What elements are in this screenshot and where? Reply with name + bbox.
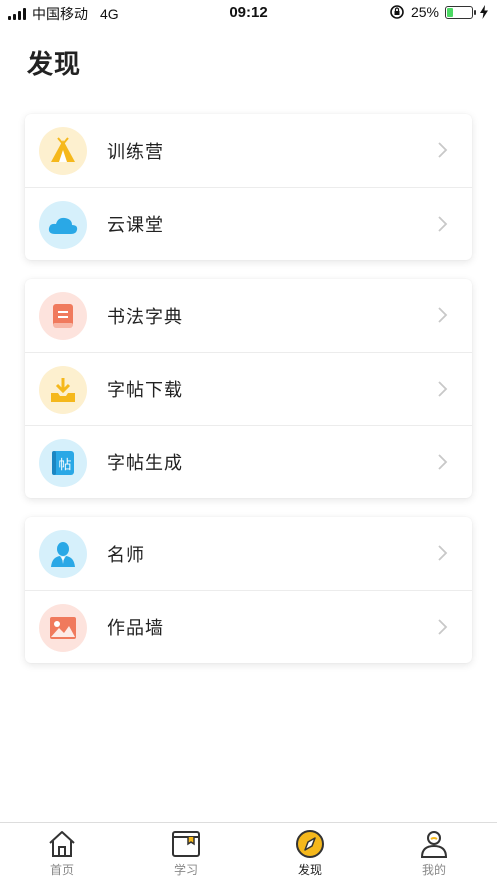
list-item-famous-teacher[interactable]: 名师 <box>25 517 472 590</box>
list-item-label: 字帖生成 <box>107 453 183 473</box>
list-item-works-wall[interactable]: 作品墙 <box>25 590 472 663</box>
list-item-cloud-class[interactable]: 云课堂 <box>25 187 472 260</box>
chevron-right-icon <box>438 454 448 470</box>
study-book-icon <box>172 831 200 857</box>
list-item-copybook-download[interactable]: 字帖下载 <box>25 352 472 425</box>
tab-label: 发现 <box>297 863 322 877</box>
picture-icon <box>39 604 87 652</box>
list-item-calligraphy-dictionary[interactable]: 书法字典 <box>25 279 472 352</box>
chevron-right-icon <box>438 545 448 561</box>
list-item-label: 云课堂 <box>107 215 164 235</box>
card-group-1: 训练营 云课堂 <box>25 114 472 260</box>
list-item-copybook-generate[interactable]: 帖 字帖生成 <box>25 425 472 498</box>
profile-icon <box>420 831 448 858</box>
card-group-2: 书法字典 字帖下载 帖 字帖生成 <box>25 279 472 498</box>
cloud-icon <box>39 201 87 249</box>
home-icon <box>49 831 75 857</box>
status-bar: 中国移动 4G 09:12 25% <box>0 0 497 26</box>
tab-study[interactable]: 学习 <box>146 829 226 878</box>
charging-icon <box>480 5 488 19</box>
rotation-lock-icon <box>390 5 404 19</box>
battery-percent: 25% <box>410 4 439 20</box>
battery-icon <box>445 5 476 19</box>
tab-label: 学习 <box>173 863 198 877</box>
svg-text:帖: 帖 <box>58 458 71 473</box>
list-item-label: 字帖下载 <box>107 380 183 400</box>
teacher-icon <box>39 530 87 578</box>
copybook-icon: 帖 <box>39 439 87 487</box>
page-title: 发现 <box>27 49 82 79</box>
chevron-right-icon <box>438 307 448 323</box>
tab-bar: 首页 学习 发现 我的 <box>0 822 497 883</box>
tab-discover[interactable]: 发现 <box>270 829 350 878</box>
list-item-label: 训练营 <box>107 141 164 162</box>
tent-icon <box>39 127 87 175</box>
chevron-right-icon <box>438 619 448 635</box>
tab-profile[interactable]: 我的 <box>394 829 474 878</box>
list-item-label: 作品墙 <box>107 618 164 638</box>
list-item-training-camp[interactable]: 训练营 <box>25 114 472 187</box>
book-icon <box>39 292 87 340</box>
card-group-3: 名师 作品墙 <box>25 517 472 663</box>
tab-label: 我的 <box>421 863 446 877</box>
chevron-right-icon <box>438 142 448 158</box>
tab-label: 首页 <box>49 863 74 877</box>
list-item-label: 书法字典 <box>107 306 183 327</box>
list-item-label: 名师 <box>107 544 145 565</box>
download-tray-icon <box>39 366 87 414</box>
tab-home[interactable]: 首页 <box>22 829 102 878</box>
chevron-right-icon <box>438 216 448 232</box>
compass-icon <box>296 830 324 858</box>
chevron-right-icon <box>438 381 448 397</box>
